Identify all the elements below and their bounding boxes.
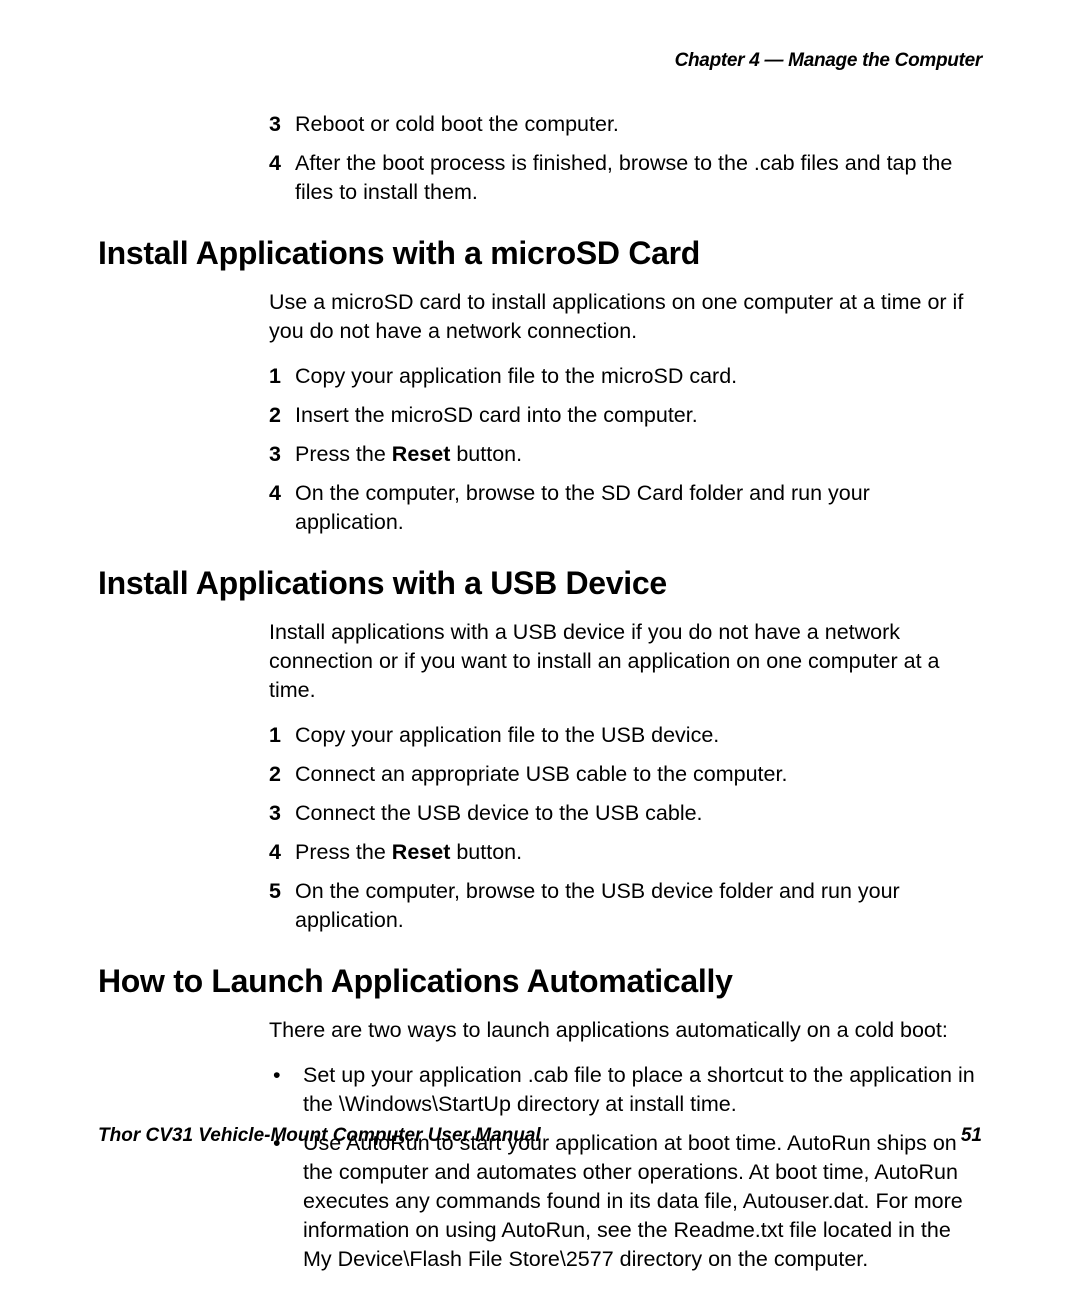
intro-numbered-list: 3 Reboot or cold boot the computer. 4 Af… <box>269 110 982 207</box>
list-item: 2 Connect an appropriate USB cable to th… <box>269 760 982 789</box>
text-post: button. <box>450 442 522 466</box>
list-item: 4 Press the Reset button. <box>269 838 982 867</box>
footer-page-number: 51 <box>961 1125 982 1147</box>
bullet-icon: • <box>269 1129 303 1274</box>
item-text: On the computer, browse to the SD Card f… <box>295 479 982 537</box>
list-item: 3 Press the Reset button. <box>269 440 982 469</box>
heading-microsd: Install Applications with a microSD Card <box>98 235 982 272</box>
item-text: Press the Reset button. <box>295 838 982 867</box>
chapter-header: Chapter 4 — Manage the Computer <box>98 50 982 72</box>
item-text: On the computer, browse to the USB devic… <box>295 877 982 935</box>
bullet-icon: • <box>269 1061 303 1119</box>
item-number: 4 <box>269 149 295 207</box>
heading-usb: Install Applications with a USB Device <box>98 565 982 602</box>
text-pre: Press the <box>295 840 392 864</box>
list-item: 4 On the computer, browse to the SD Card… <box>269 479 982 537</box>
page-footer: Thor CV31 Vehicle-Mount Computer User Ma… <box>98 1125 982 1147</box>
item-number: 3 <box>269 799 295 828</box>
item-text: Copy your application file to the USB de… <box>295 721 982 750</box>
microsd-list: 1 Copy your application file to the micr… <box>269 362 982 537</box>
list-item: • Set up your application .cab file to p… <box>269 1061 982 1119</box>
item-text: Connect the USB device to the USB cable. <box>295 799 982 828</box>
item-text: Press the Reset button. <box>295 440 982 469</box>
list-item: 1 Copy your application file to the micr… <box>269 362 982 391</box>
text-bold: Reset <box>392 442 451 466</box>
item-number: 3 <box>269 110 295 139</box>
page: Chapter 4 — Manage the Computer 3 Reboot… <box>0 0 1080 1274</box>
item-number: 4 <box>269 838 295 867</box>
item-text: Set up your application .cab file to pla… <box>303 1061 982 1119</box>
usb-list: 1 Copy your application file to the USB … <box>269 721 982 935</box>
item-text: Use AutoRun to start your application at… <box>303 1129 982 1274</box>
heading-launch: How to Launch Applications Automatically <box>98 963 982 1000</box>
item-number: 3 <box>269 440 295 469</box>
item-text: Reboot or cold boot the computer. <box>295 110 982 139</box>
launch-intro-para: There are two ways to launch application… <box>269 1016 982 1045</box>
item-number: 2 <box>269 401 295 430</box>
list-item: 5 On the computer, browse to the USB dev… <box>269 877 982 935</box>
list-item: • Use AutoRun to start your application … <box>269 1129 982 1274</box>
item-text: Insert the microSD card into the compute… <box>295 401 982 430</box>
footer-title: Thor CV31 Vehicle-Mount Computer User Ma… <box>98 1125 541 1147</box>
text-pre: Press the <box>295 442 392 466</box>
item-number: 2 <box>269 760 295 789</box>
usb-intro-para: Install applications with a USB device i… <box>269 618 982 705</box>
list-item: 2 Insert the microSD card into the compu… <box>269 401 982 430</box>
list-item: 3 Reboot or cold boot the computer. <box>269 110 982 139</box>
item-text: Copy your application file to the microS… <box>295 362 982 391</box>
launch-bullet-list: • Set up your application .cab file to p… <box>269 1061 982 1274</box>
text-bold: Reset <box>392 840 451 864</box>
list-item: 4 After the boot process is finished, br… <box>269 149 982 207</box>
item-number: 1 <box>269 721 295 750</box>
list-item: 1 Copy your application file to the USB … <box>269 721 982 750</box>
item-number: 1 <box>269 362 295 391</box>
text-post: button. <box>450 840 522 864</box>
microsd-intro-para: Use a microSD card to install applicatio… <box>269 288 982 346</box>
list-item: 3 Connect the USB device to the USB cabl… <box>269 799 982 828</box>
item-number: 5 <box>269 877 295 935</box>
item-text: After the boot process is finished, brow… <box>295 149 982 207</box>
item-number: 4 <box>269 479 295 537</box>
item-text: Connect an appropriate USB cable to the … <box>295 760 982 789</box>
